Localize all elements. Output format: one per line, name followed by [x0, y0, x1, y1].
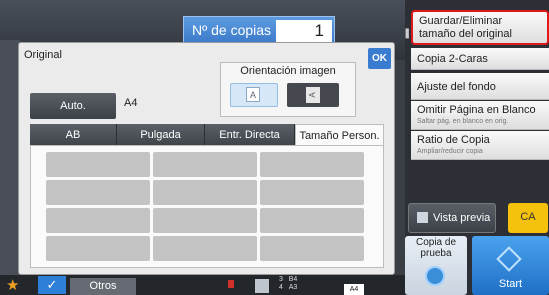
auto-button[interactable]: Auto. [30, 93, 116, 119]
tab-pulgada[interactable]: Pulgada [117, 124, 205, 146]
orientation-label: Orientación imagen [240, 65, 336, 77]
landscape-glyph: A [308, 92, 317, 98]
custom-size-slot[interactable] [153, 152, 257, 177]
custom-size-slot[interactable] [153, 208, 257, 233]
tab-tamano-person[interactable]: Tamaño Person. [295, 124, 384, 146]
custom-size-slot[interactable] [46, 208, 150, 233]
tray-size-1: B4 [288, 276, 298, 283]
star-icon[interactable]: ★ [6, 276, 22, 294]
preview-icon [417, 212, 428, 223]
background-left-strip [0, 40, 20, 275]
copy-ratio-sub: Ampliar/reducir copia [417, 148, 483, 155]
auto-size-value: A4 [124, 97, 138, 109]
tray-icon [255, 279, 269, 293]
background-adjust-button[interactable]: Ajuste del fondo [411, 73, 549, 100]
ca-button[interactable]: CA [508, 203, 548, 233]
duplex-copy-button[interactable]: Copia 2-Caras [411, 48, 549, 70]
proof-copy-icon [425, 266, 445, 286]
custom-size-slot[interactable] [260, 208, 364, 233]
save-delete-original-size-button[interactable]: Guardar/Eliminar tamaño del original [411, 10, 549, 45]
proof-copy-label: Copia de prueba [415, 237, 457, 259]
custom-size-slot[interactable] [46, 180, 150, 205]
copy-ratio-label: Ratio de Copia [417, 134, 490, 146]
duplex-copy-label: Copia 2-Caras [417, 53, 488, 65]
portrait-icon: A [246, 87, 260, 102]
tray-line-2: 4 [279, 284, 283, 291]
tab-entr-directa[interactable]: Entr. Directa [205, 124, 295, 146]
custom-size-slot[interactable] [46, 152, 150, 177]
skip-blank-page-sub: Saltar pág. en blanco en orig. [417, 118, 509, 125]
copies-label: Nº de copias [192, 22, 272, 38]
tab-ab[interactable]: AB [30, 124, 117, 146]
preview-label: Vista previa [433, 212, 491, 224]
background-adjust-label: Ajuste del fondo [417, 81, 496, 93]
custom-size-slot[interactable] [260, 236, 364, 261]
save-delete-original-size-label: Guardar/Eliminar tamaño del original [419, 15, 512, 40]
check-icon[interactable]: ✓ [38, 276, 66, 294]
custom-size-slot[interactable] [153, 236, 257, 261]
custom-size-slot[interactable] [153, 180, 257, 205]
dialog-title: Original [24, 49, 62, 61]
otros-button[interactable]: Otros [70, 278, 136, 295]
custom-size-slot[interactable] [46, 236, 150, 261]
ok-button[interactable]: OK [368, 48, 391, 69]
tray-info: 3 B4 4 A3 [279, 276, 297, 292]
custom-size-slot[interactable] [260, 152, 364, 177]
tray-line-1: 3 [279, 276, 283, 283]
paper-size-badge: A4 [344, 284, 364, 295]
tray-size-2: A3 [288, 284, 298, 291]
custom-size-slot[interactable] [260, 180, 364, 205]
start-label: Start [498, 278, 523, 290]
status-indicator [228, 280, 234, 288]
skip-blank-page-button[interactable]: Omitir Página en Blanco Saltar pág. en b… [411, 101, 549, 130]
copies-value[interactable]: 1 [276, 20, 332, 42]
skip-blank-page-label: Omitir Página en Blanco [417, 104, 536, 116]
landscape-icon: A [306, 87, 320, 103]
copy-ratio-button[interactable]: Ratio de Copia Ampliar/reducir copia [411, 131, 549, 160]
panel-handle-icon[interactable]: ❚ [403, 28, 411, 42]
preview-button[interactable]: Vista previa [408, 203, 496, 233]
